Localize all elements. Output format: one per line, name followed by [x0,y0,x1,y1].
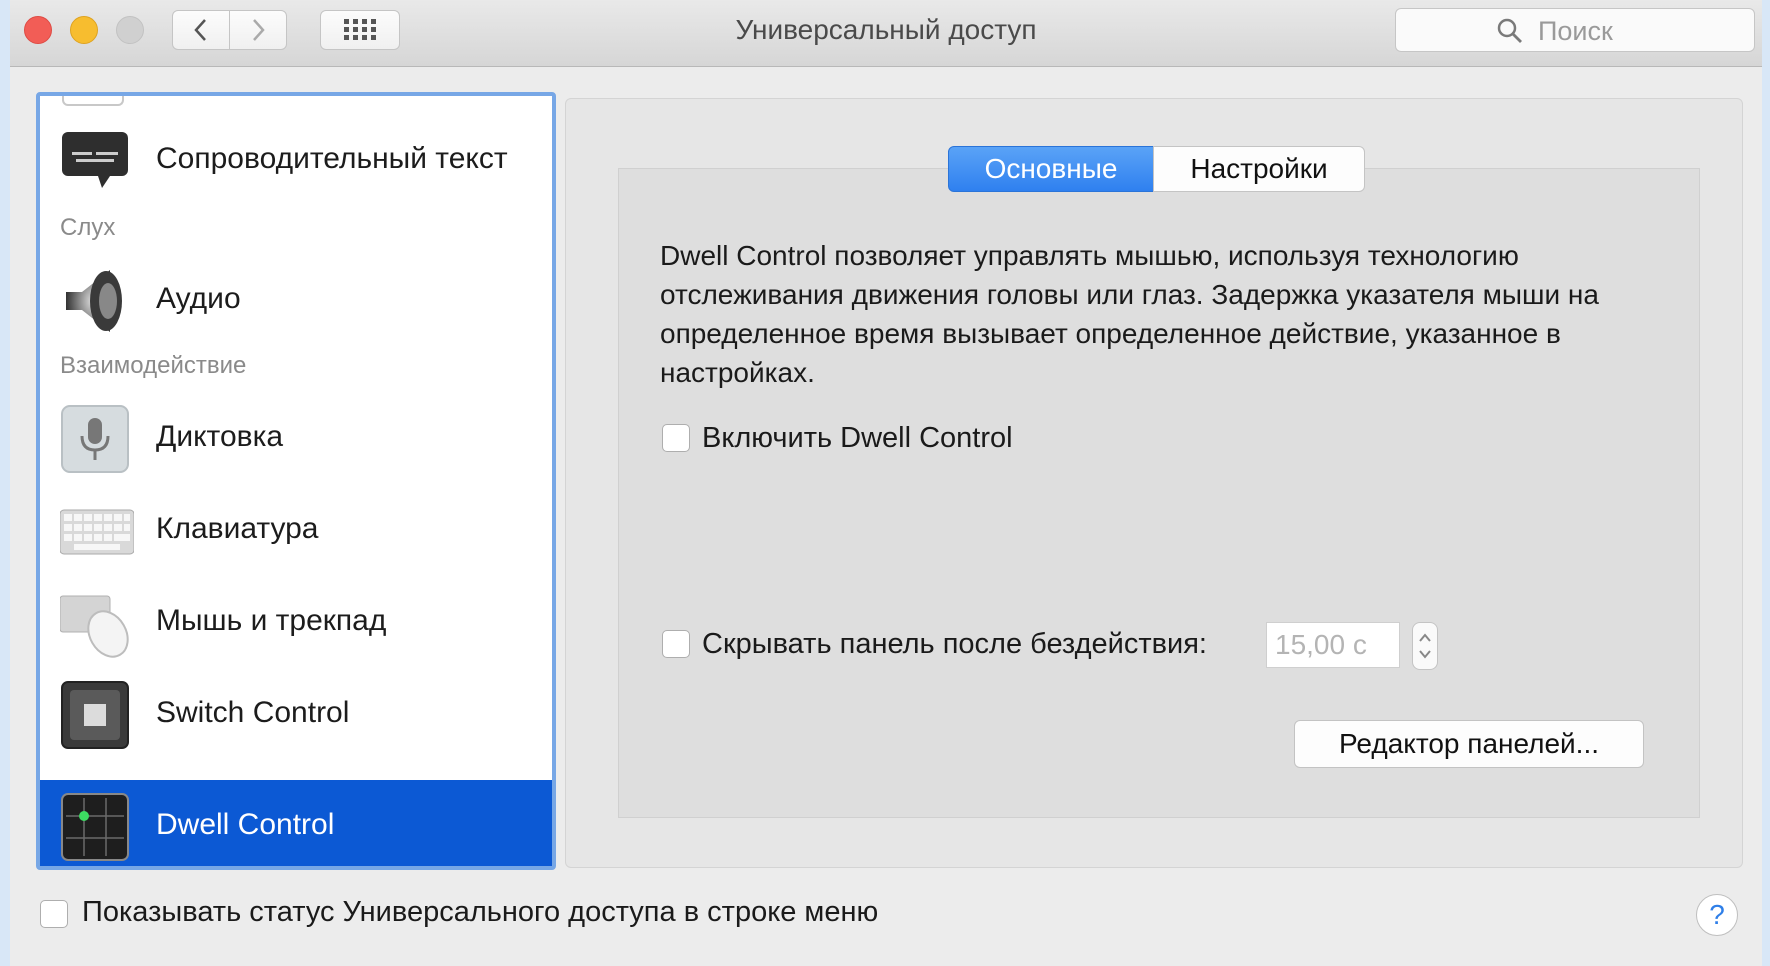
sidebar-item-dwell-control[interactable]: Dwell Control [40,780,552,866]
show-status-checkbox[interactable] [40,900,68,928]
panel-editor-button[interactable]: Редактор панелей... [1294,720,1644,768]
sidebar-item-captions[interactable]: Сопроводительный текст [40,116,552,206]
sidebar-list[interactable]: Сопроводительный текст Слух Аудио Взаимо… [36,92,556,870]
sidebar-item-switch-control[interactable]: Switch Control [40,670,552,760]
preferences-window: Универсальный доступ Поиск Сопроводитель… [10,0,1762,966]
sidebar-item-label: Мышь и трекпад [156,604,387,637]
microphone-icon [60,404,130,474]
sidebar-section-hearing: Слух [60,214,116,241]
speaker-icon [60,266,130,336]
sidebar-item-label: Сопроводительный текст [156,142,508,175]
search-field[interactable]: Поиск [1395,8,1755,52]
sidebar-item-label: Dwell Control [156,808,335,841]
hide-delay-stepper[interactable] [1412,622,1438,670]
show-status-label: Показывать статус Универсального доступа… [82,896,879,928]
sidebar-item-mouse[interactable]: Мышь и трекпад [40,578,552,668]
hide-panel-label: Скрывать панель после бездействия: [702,628,1207,660]
help-button[interactable]: ? [1696,894,1738,936]
tab-general[interactable]: Основные [948,146,1154,192]
switch-control-icon [60,680,130,750]
tab-settings[interactable]: Настройки [1153,146,1365,192]
search-placeholder: Поиск [1538,16,1613,46]
stepper-arrows-icon [1419,633,1431,659]
sidebar-item-label: Аудио [156,282,241,315]
sidebar-item-label: Клавиатура [156,512,319,545]
enable-dwell-label: Включить Dwell Control [702,422,1013,454]
description-text: Dwell Control позволяет управлять мышью,… [660,240,1599,388]
sidebar-item-keyboard[interactable]: Клавиатура [40,486,552,576]
keyboard-icon [59,496,135,566]
enable-dwell-checkbox[interactable] [662,424,690,452]
sidebar-item-audio[interactable]: Аудио [40,256,552,346]
title-bar: Универсальный доступ Поиск [10,0,1762,67]
hide-panel-checkbox[interactable] [662,630,690,658]
sidebar-section-interaction: Взаимодействие [60,352,247,379]
captions-icon [60,126,130,196]
sidebar-item-label: Switch Control [156,696,350,729]
sidebar-partial-item-icon [62,96,124,106]
sidebar-item-label: Диктовка [156,420,284,453]
hide-delay-field[interactable]: 15,00 с [1266,622,1400,668]
search-icon [1497,18,1522,43]
sidebar-item-dictation[interactable]: Диктовка [40,394,552,484]
dwell-control-icon [60,792,130,862]
mouse-icon [59,588,130,658]
